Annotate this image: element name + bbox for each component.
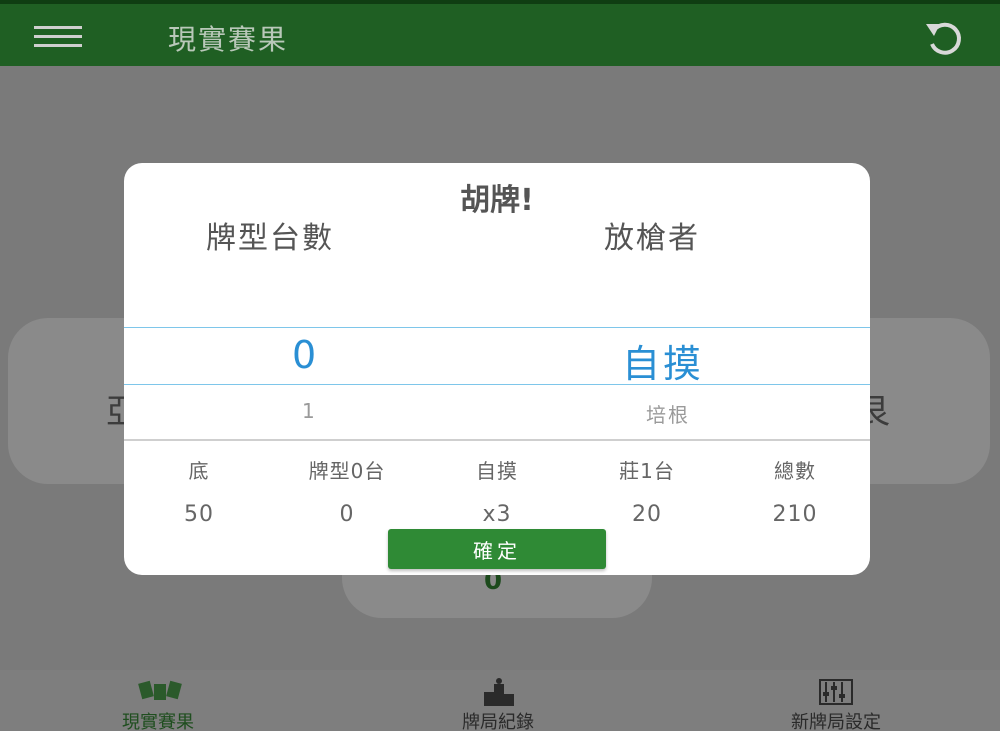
- bottom-navigation: 現實賽果 牌局紀錄 新牌局設定: [0, 670, 1000, 731]
- stat-self-draw-value: x3: [482, 502, 512, 527]
- stat-base-label: 底: [188, 459, 210, 483]
- nav-item-new-game-settings[interactable]: 新牌局設定: [756, 678, 916, 731]
- nav-item-results[interactable]: 現實賽果: [78, 678, 238, 731]
- app-bar: 現實賽果: [0, 0, 1000, 66]
- nav-label-history: 牌局紀錄: [462, 712, 534, 731]
- fan-picker-selected[interactable]: 0: [292, 333, 316, 377]
- stat-dealer-value: 20: [632, 502, 662, 527]
- stat-total-label: 總數: [774, 459, 816, 483]
- stat-fan-label: 牌型0台: [308, 459, 386, 483]
- fan-picker-option[interactable]: 1: [302, 399, 315, 423]
- picker-selection-band: [124, 327, 870, 385]
- stat-base-value: 50: [184, 502, 214, 527]
- app-title: 現實賽果: [168, 23, 289, 56]
- stat-total-value: 210: [772, 502, 818, 527]
- nav-label-results: 現實賽果: [122, 712, 194, 731]
- divider: [124, 439, 870, 441]
- win-dialog: 胡牌! 牌型台數 放槍者 0 自摸 1 培根 底 50 牌型0台 0 自摸 x3…: [124, 163, 870, 575]
- stat-dealer-label: 莊1台: [619, 459, 675, 483]
- nav-item-history[interactable]: 牌局紀錄: [418, 678, 578, 731]
- mahjong-tiles-icon: [138, 680, 182, 700]
- nav-label-new-game-settings: 新牌局設定: [791, 712, 881, 731]
- fan-count-label: 牌型台數: [206, 221, 334, 256]
- undo-icon[interactable]: [920, 18, 972, 58]
- podium-icon: [484, 678, 514, 706]
- stat-self-draw: 自摸 x3: [422, 455, 572, 527]
- stat-base: 底 50: [124, 455, 274, 527]
- stat-fan-value: 0: [339, 502, 355, 527]
- stat-self-draw-label: 自摸: [476, 459, 518, 483]
- sliders-icon: [819, 679, 853, 705]
- discarder-label: 放槍者: [604, 221, 700, 256]
- stat-fan: 牌型0台 0: [272, 455, 422, 527]
- discarder-picker-selected[interactable]: 自摸: [622, 333, 704, 388]
- stat-dealer: 莊1台 20: [572, 455, 722, 527]
- stat-total: 總數 210: [720, 455, 870, 527]
- confirm-button[interactable]: 確定: [388, 529, 606, 569]
- menu-icon[interactable]: [34, 26, 82, 50]
- discarder-picker-option[interactable]: 培根: [646, 399, 690, 428]
